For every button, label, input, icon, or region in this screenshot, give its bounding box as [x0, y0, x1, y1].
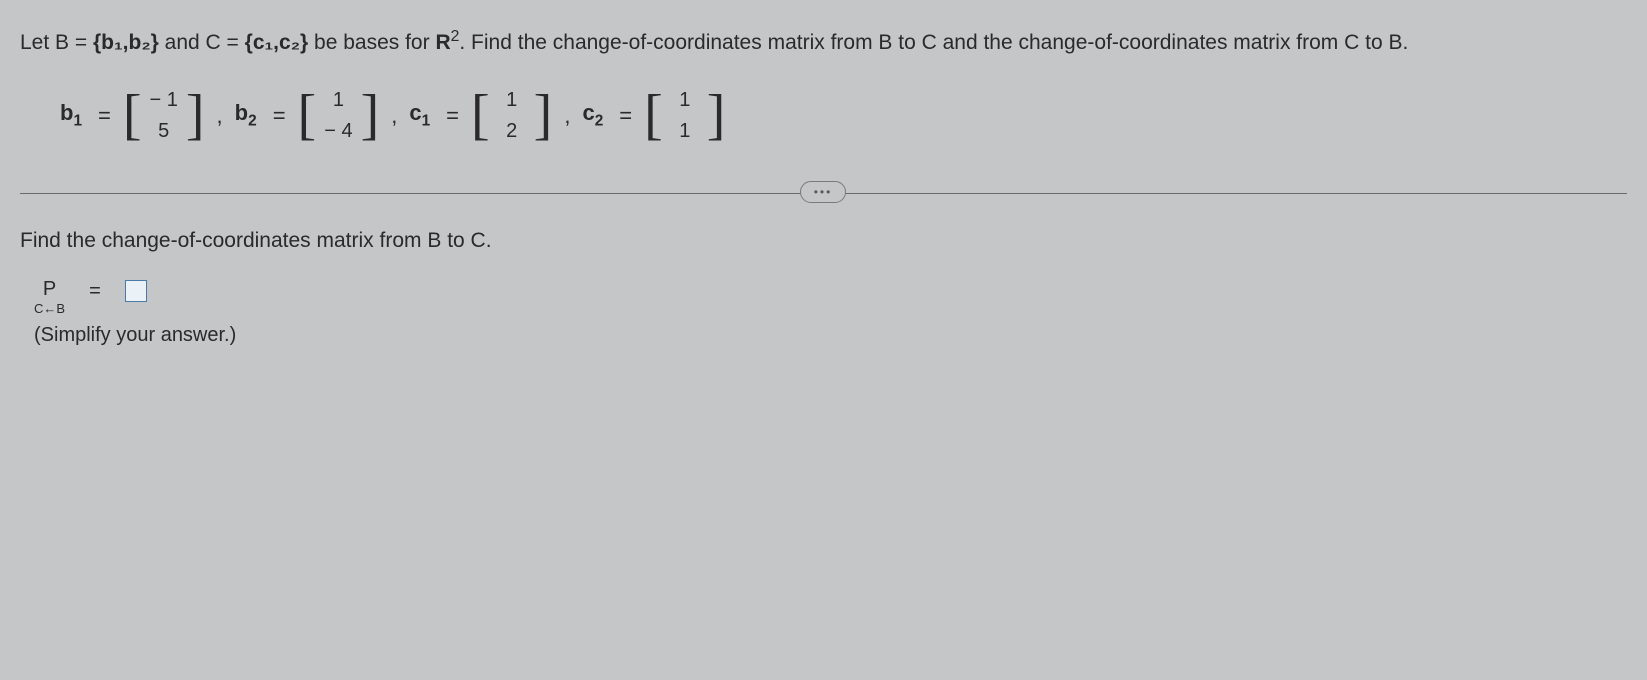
- b2-label: b2: [235, 100, 257, 130]
- left-bracket: [: [471, 90, 490, 140]
- comma: ,: [217, 103, 223, 129]
- left-bracket: [: [298, 90, 317, 140]
- c1-r1: 1: [498, 89, 526, 112]
- problem-statement: Let B = {b₁,b₂} and C = {c₁,c₂} be bases…: [20, 25, 1627, 59]
- comma: ,: [391, 103, 397, 129]
- b2-r1: 1: [324, 89, 352, 112]
- b2-r2: − 4: [324, 120, 352, 143]
- set-c: {c₁,c₂}: [245, 31, 309, 54]
- left-bracket: [: [644, 90, 663, 140]
- text-part2: and C =: [159, 31, 245, 54]
- equals: =: [273, 103, 286, 129]
- text-part3: be bases for: [308, 31, 435, 54]
- divider-section: •••: [20, 193, 1627, 194]
- right-bracket: ]: [707, 90, 726, 140]
- text-part1: Let B =: [20, 31, 93, 54]
- b1-r1: − 1: [150, 89, 178, 112]
- right-bracket: ]: [186, 90, 205, 140]
- text-part4: . Find the change-of-coordinates matrix …: [459, 31, 1408, 54]
- c2-r1: 1: [671, 89, 699, 112]
- right-bracket: ]: [361, 90, 380, 140]
- b1-vector: [ − 1 5 ]: [123, 89, 205, 143]
- c2-r2: 1: [671, 120, 699, 143]
- c2-label: c2: [582, 100, 603, 130]
- c1-vector: [ 1 2 ]: [471, 89, 552, 143]
- answer-section: P C←B = (Simplify your answer.): [34, 278, 1627, 347]
- simplify-hint: (Simplify your answer.): [34, 324, 1627, 347]
- b2-vector: [ 1 − 4 ]: [298, 89, 380, 143]
- equals: =: [98, 103, 111, 129]
- c2-vector: [ 1 1 ]: [644, 89, 725, 143]
- vectors-row: b1 = [ − 1 5 ] , b2 = [ 1 − 4 ] , c1 = […: [60, 89, 1627, 143]
- c1-r2: 2: [498, 120, 526, 143]
- equals: =: [619, 103, 632, 129]
- b1-label: b1: [60, 100, 82, 130]
- space-base: R: [435, 31, 450, 54]
- right-bracket: ]: [534, 90, 553, 140]
- left-bracket: [: [123, 90, 142, 140]
- b1-r2: 5: [150, 120, 178, 143]
- p-label: P: [43, 278, 56, 300]
- c1-label: c1: [409, 100, 430, 130]
- expand-button[interactable]: •••: [800, 181, 846, 203]
- question-prompt: Find the change-of-coordinates matrix fr…: [20, 229, 1627, 253]
- dots-icon: •••: [814, 186, 833, 198]
- answer-input[interactable]: [125, 280, 147, 302]
- p-subscript: C←B: [34, 302, 65, 316]
- equals: =: [446, 103, 459, 129]
- p-matrix-label: P C←B: [34, 278, 65, 316]
- comma: ,: [564, 103, 570, 129]
- set-b: {b₁,b₂}: [93, 31, 159, 54]
- equals: =: [89, 280, 101, 303]
